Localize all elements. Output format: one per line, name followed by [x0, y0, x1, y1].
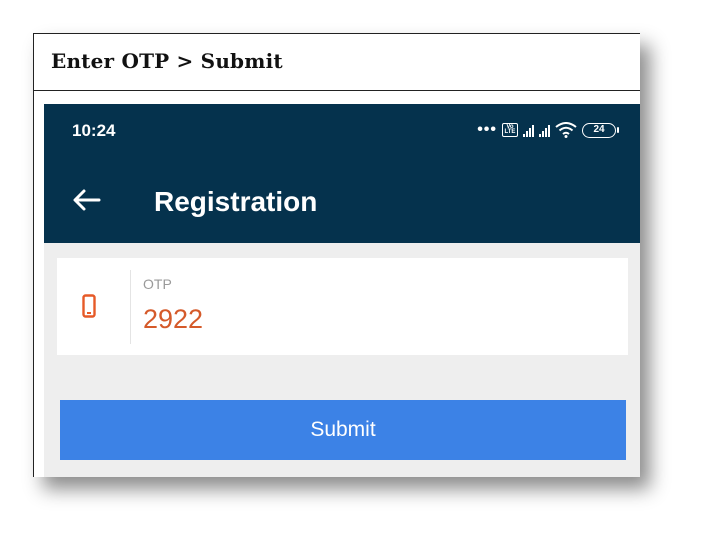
submit-button[interactable]: Submit [60, 400, 626, 460]
back-arrow-icon[interactable] [72, 188, 102, 212]
wifi-icon [555, 122, 577, 138]
status-time: 10:24 [72, 121, 116, 140]
field-divider [130, 270, 131, 344]
signal-icon [539, 123, 550, 137]
app-bar: 10:24 ••• Vo LTE 24 Registration [44, 104, 640, 243]
page-title: Registration [154, 186, 318, 217]
caption-row: Enter OTP > Submit [34, 34, 640, 91]
battery-icon: 24 [582, 122, 619, 138]
otp-field-card: OTP [57, 258, 628, 355]
status-icons: ••• Vo LTE 24 [477, 121, 619, 138]
figure-frame: Enter OTP > Submit 10:24 ••• Vo LTE 24 R… [33, 33, 640, 477]
volte-icon: Vo LTE [502, 123, 518, 137]
phone-icon [82, 294, 96, 318]
figure-caption: Enter OTP > Submit [51, 49, 283, 73]
otp-label: OTP [143, 276, 172, 292]
more-notifications-icon: ••• [477, 121, 497, 138]
phone-screen: 10:24 ••• Vo LTE 24 Registration OTP 292… [44, 104, 640, 477]
otp-input[interactable] [143, 304, 443, 335]
signal-icon [523, 123, 534, 137]
